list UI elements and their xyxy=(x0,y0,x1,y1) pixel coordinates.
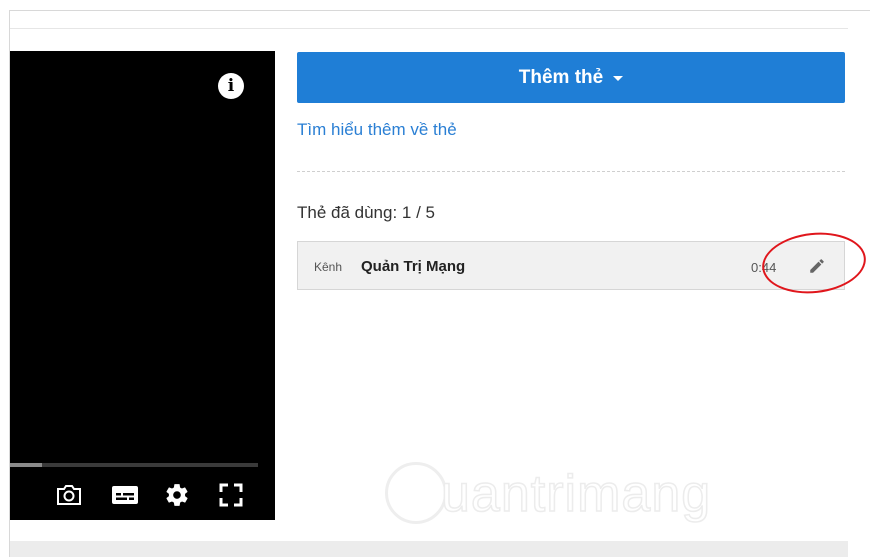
bottom-bar xyxy=(10,541,848,557)
info-icon: i xyxy=(227,75,235,96)
subtitles-icon xyxy=(112,486,138,504)
screenshot-button[interactable] xyxy=(54,480,84,510)
card-timestamp: 0:44 xyxy=(751,260,777,275)
settings-button[interactable] xyxy=(162,480,192,510)
add-card-label: Thêm thẻ xyxy=(518,66,604,88)
camera-icon xyxy=(57,485,81,505)
top-divider xyxy=(10,28,848,29)
chevron-down-icon xyxy=(613,76,624,81)
info-button[interactable]: i xyxy=(218,73,244,99)
card-title: Quản Trị Mạng xyxy=(361,258,466,275)
fullscreen-button[interactable] xyxy=(216,480,246,510)
card-type-label: Kênh xyxy=(314,260,343,274)
edit-card-button[interactable] xyxy=(806,255,828,277)
progress-fill xyxy=(10,463,43,467)
card-item[interactable]: Kênh Quản Trị Mạng 0:44 xyxy=(297,241,845,290)
video-player[interactable] xyxy=(10,51,275,520)
gear-icon xyxy=(166,484,188,506)
section-divider xyxy=(297,171,845,172)
add-card-button[interactable]: Thêm thẻ xyxy=(297,52,845,103)
cards-used-count: Thẻ đã dùng: 1 / 5 xyxy=(297,203,435,222)
learn-more-link[interactable]: Tìm hiểu thêm về thẻ xyxy=(297,120,457,140)
fullscreen-icon xyxy=(219,483,243,507)
progress-bar[interactable] xyxy=(10,463,258,467)
subtitles-button[interactable] xyxy=(110,480,140,510)
pencil-icon xyxy=(810,259,824,273)
